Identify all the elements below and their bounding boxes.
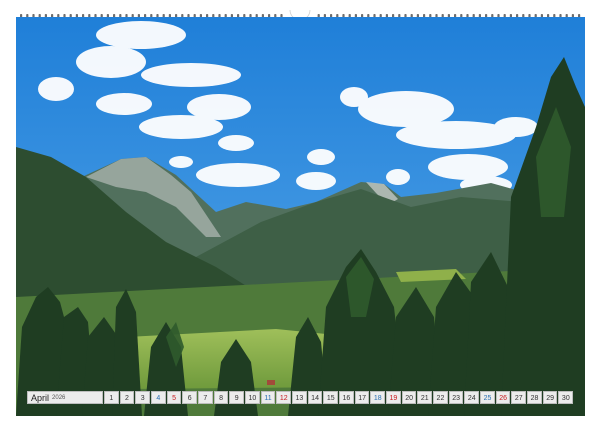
day-cell: 21 — [417, 391, 433, 404]
landscape-photo — [16, 17, 585, 416]
day-cell: 8 — [213, 391, 229, 404]
day-cell: 30 — [558, 391, 574, 404]
day-cell: 5 — [166, 391, 182, 404]
day-cell: 13 — [292, 391, 307, 404]
day-cell: 10 — [245, 391, 260, 404]
day-cell: 15 — [323, 391, 339, 404]
day-cell: 7 — [198, 391, 213, 404]
day-cell: 16 — [339, 391, 354, 404]
month-name: April — [31, 392, 50, 403]
calendar-day-strip: April 2026 1 2 3 4 5 6 7 8 9 10 11 12 13 14 15 16 17 18 19… — [27, 391, 574, 404]
day-cell: 3 — [135, 391, 151, 404]
day-cell: 17 — [354, 391, 370, 404]
month-label-box: April 2026 — [27, 391, 103, 404]
day-cell: 25 — [480, 391, 495, 404]
year-label: 2026 — [52, 394, 66, 401]
day-cell: 1 — [104, 391, 119, 404]
day-cell: 18 — [370, 391, 386, 404]
day-cell: 9 — [229, 391, 245, 404]
day-cell: 19 — [386, 391, 401, 404]
day-cell: 6 — [182, 391, 198, 404]
day-cells: 1 2 3 4 5 6 7 8 9 10 11 12 13 14 15 16 17 18 19 20 21 22 23 24 2… — [104, 391, 574, 404]
day-cell: 2 — [119, 391, 135, 404]
day-cell: 22 — [433, 391, 448, 404]
day-cell: 12 — [276, 391, 292, 404]
day-cell: 29 — [542, 391, 558, 404]
day-cell: 24 — [464, 391, 480, 404]
day-cell: 20 — [401, 391, 417, 404]
day-cell: 23 — [448, 391, 464, 404]
day-cell: 27 — [511, 391, 527, 404]
wall-calendar-page: April 2026 1 2 3 4 5 6 7 8 9 10 11 12 13 14 15 16 17 18 19… — [0, 0, 600, 432]
day-cell: 11 — [260, 391, 276, 404]
day-cell: 26 — [495, 391, 511, 404]
day-cell: 14 — [307, 391, 323, 404]
farmhouse-roof — [267, 380, 275, 385]
day-cell: 28 — [527, 391, 542, 404]
day-cell: 4 — [151, 391, 166, 404]
